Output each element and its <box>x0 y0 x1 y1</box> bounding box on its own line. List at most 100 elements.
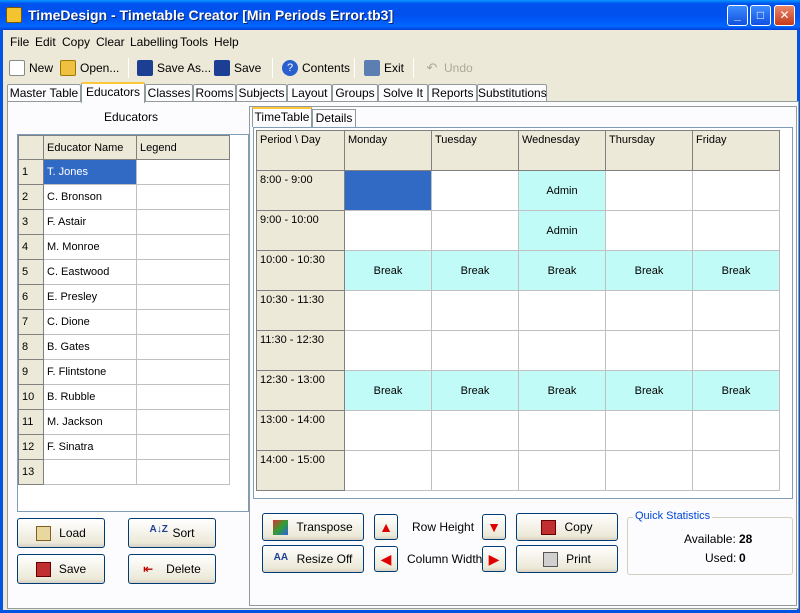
legend-cell[interactable] <box>136 159 230 185</box>
menu-copy[interactable]: Copy <box>62 35 90 49</box>
tab-subjects[interactable]: Subjects <box>236 84 287 102</box>
menu-tools[interactable]: Tools <box>180 35 208 49</box>
table-row[interactable]: 10 B. Rubble <box>18 384 230 410</box>
timetable-cell[interactable] <box>692 210 780 251</box>
timetable-cell[interactable] <box>605 170 693 211</box>
timetable-cell[interactable] <box>431 210 519 251</box>
educator-name-cell[interactable]: F. Flintstone <box>43 359 137 385</box>
educator-name-cell[interactable]: B. Gates <box>43 334 137 360</box>
timetable-cell[interactable] <box>344 450 432 491</box>
tab-details[interactable]: Details <box>312 109 356 127</box>
resize-off-button[interactable]: AA Resize Off <box>262 545 364 573</box>
period-label[interactable]: 9:00 - 10:00 <box>256 210 345 251</box>
legend-cell[interactable] <box>136 234 230 260</box>
row-number[interactable]: 6 <box>18 284 44 310</box>
tab-solve-it[interactable]: Solve It <box>378 84 428 102</box>
delete-button[interactable]: ⇤ Delete <box>128 554 216 584</box>
educator-name-cell[interactable]: C. Bronson <box>43 184 137 210</box>
contents-button[interactable]: ? Contents <box>282 58 350 78</box>
row-number[interactable]: 12 <box>18 434 44 460</box>
exit-button[interactable]: Exit <box>364 58 404 78</box>
row-number[interactable]: 1 <box>18 159 44 185</box>
undo-button[interactable]: ↶ Undo <box>424 58 473 78</box>
timetable-cell[interactable]: Break <box>605 250 693 291</box>
table-row[interactable]: 8 B. Gates <box>18 334 230 360</box>
timetable-cell[interactable]: Break <box>431 250 519 291</box>
open-button[interactable]: Open... <box>60 58 119 78</box>
timetable-cell[interactable] <box>518 450 606 491</box>
timetable-cell[interactable]: Break <box>431 370 519 411</box>
row-number[interactable]: 5 <box>18 259 44 285</box>
menu-help[interactable]: Help <box>214 35 239 49</box>
legend-cell[interactable] <box>136 259 230 285</box>
timetable-cell[interactable]: Break <box>692 250 780 291</box>
legend-cell[interactable] <box>136 409 230 435</box>
timetable-cell[interactable] <box>605 450 693 491</box>
row-number[interactable]: 7 <box>18 309 44 335</box>
table-row[interactable]: 1 T. Jones <box>18 159 230 185</box>
row-number[interactable]: 11 <box>18 409 44 435</box>
transpose-button[interactable]: Transpose <box>262 513 364 541</box>
period-label[interactable]: 10:30 - 11:30 <box>256 290 345 331</box>
period-label[interactable]: 12:30 - 13:00 <box>256 370 345 411</box>
educator-name-cell[interactable]: E. Presley <box>43 284 137 310</box>
timetable-cell[interactable] <box>518 410 606 451</box>
day-header-thursday[interactable]: Thursday <box>605 130 693 171</box>
save-educators-button[interactable]: Save <box>17 554 105 584</box>
educator-name-cell[interactable]: M. Monroe <box>43 234 137 260</box>
timetable-cell[interactable] <box>431 410 519 451</box>
timetable-cell[interactable] <box>692 410 780 451</box>
tab-master-table[interactable]: Master Table <box>7 84 81 102</box>
educator-name-cell[interactable]: B. Rubble <box>43 384 137 410</box>
tab-groups[interactable]: Groups <box>332 84 378 102</box>
table-row[interactable]: 9 F. Flintstone <box>18 359 230 385</box>
timetable-cell[interactable] <box>518 290 606 331</box>
maximize-button[interactable]: □ <box>750 5 771 26</box>
row-number[interactable]: 13 <box>18 459 44 485</box>
timetable-cell[interactable] <box>431 450 519 491</box>
row-height-decrease-button[interactable]: ▼ <box>482 514 506 540</box>
table-row[interactable]: 4 M. Monroe <box>18 234 230 260</box>
tab-timetable[interactable]: TimeTable <box>252 107 312 127</box>
period-label[interactable]: 14:00 - 15:00 <box>256 450 345 491</box>
row-height-increase-button[interactable]: ▲ <box>374 514 398 540</box>
table-row[interactable]: 6 E. Presley <box>18 284 230 310</box>
timetable-cell[interactable]: Admin <box>518 170 606 211</box>
timetable-cell[interactable] <box>431 170 519 211</box>
timetable-cell[interactable]: Break <box>692 370 780 411</box>
educator-name-cell[interactable]: C. Eastwood <box>43 259 137 285</box>
educator-name-cell[interactable]: M. Jackson <box>43 409 137 435</box>
column-width-decrease-button[interactable]: ◀ <box>374 546 398 572</box>
copy-button[interactable]: Copy <box>516 513 618 541</box>
table-row[interactable]: 12 F. Sinatra <box>18 434 230 460</box>
period-label[interactable]: 13:00 - 14:00 <box>256 410 345 451</box>
timetable-cell[interactable]: Break <box>344 370 432 411</box>
print-button[interactable]: Print <box>516 545 618 573</box>
column-header-educator-name[interactable]: Educator Name <box>43 135 137 160</box>
tab-educators[interactable]: Educators <box>81 82 145 103</box>
legend-cell[interactable] <box>136 434 230 460</box>
timetable-cell[interactable] <box>605 290 693 331</box>
timetable-cell[interactable] <box>344 330 432 371</box>
table-row[interactable]: 13 <box>18 459 230 485</box>
timetable-cell[interactable] <box>431 330 519 371</box>
timetable-cell[interactable] <box>692 290 780 331</box>
timetable-cell[interactable] <box>431 290 519 331</box>
legend-cell[interactable] <box>136 184 230 210</box>
menu-file[interactable]: File <box>10 35 29 49</box>
legend-cell[interactable] <box>136 284 230 310</box>
timetable-cell[interactable] <box>605 410 693 451</box>
timetable-cell[interactable]: Break <box>518 250 606 291</box>
table-row[interactable]: 11 M. Jackson <box>18 409 230 435</box>
timetable-cell[interactable] <box>692 170 780 211</box>
tab-substitutions[interactable]: Substitutions <box>477 84 547 102</box>
load-button[interactable]: Load <box>17 518 105 548</box>
table-row[interactable]: 2 C. Bronson <box>18 184 230 210</box>
menu-clear[interactable]: Clear <box>96 35 125 49</box>
row-number[interactable]: 3 <box>18 209 44 235</box>
minimize-button[interactable]: _ <box>727 5 748 26</box>
table-row[interactable]: 5 C. Eastwood <box>18 259 230 285</box>
tab-reports[interactable]: Reports <box>428 84 477 102</box>
table-row[interactable]: 3 F. Astair <box>18 209 230 235</box>
legend-cell[interactable] <box>136 309 230 335</box>
